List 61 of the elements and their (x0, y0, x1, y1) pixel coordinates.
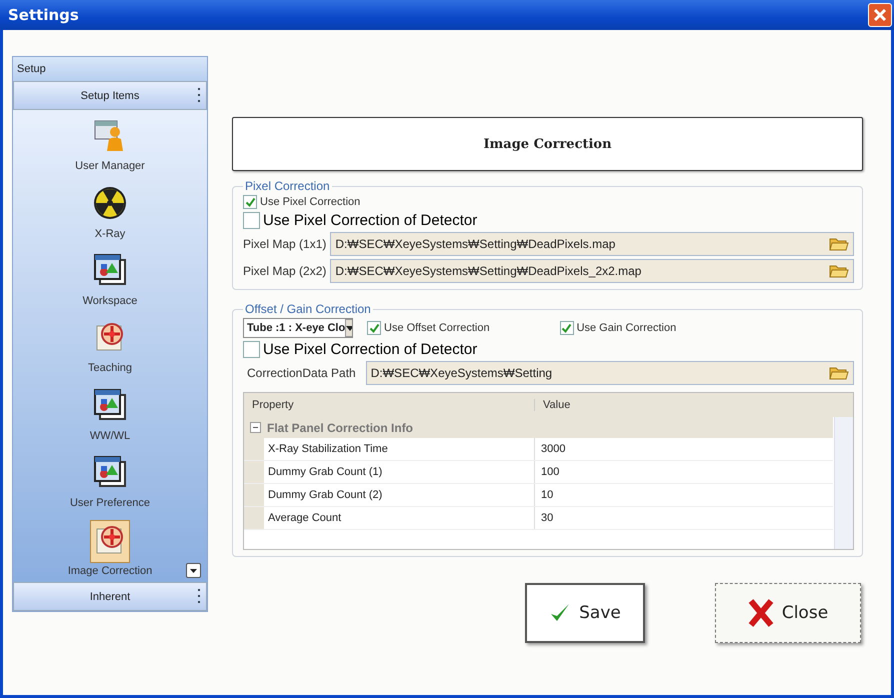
scroll-down-icon[interactable] (186, 563, 201, 578)
group-title: Pixel Correction (244, 179, 331, 193)
property-name: X-Ray Stabilization Time (267, 443, 389, 455)
group-header[interactable]: Inherent (13, 582, 207, 611)
sidebar-header: Setup (13, 57, 207, 81)
checkbox-label: Use Offset Correction (384, 322, 490, 334)
property-name: Average Count (267, 512, 342, 524)
checkbox-label: Use Gain Correction (576, 322, 676, 334)
scrollbar[interactable] (834, 417, 853, 549)
group-title: Offset / Gain Correction (244, 302, 372, 316)
sidebar-item[interactable]: WW/WL (86, 384, 134, 443)
window-icon (92, 388, 127, 422)
sidebar-item[interactable]: User Manager (72, 114, 148, 174)
checkbox[interactable] (243, 195, 257, 209)
group-header[interactable]: Setup Items (13, 81, 207, 110)
sidebar-item[interactable]: User Preference (66, 451, 154, 510)
checkbox[interactable] (560, 321, 574, 335)
row-header-cell (244, 438, 264, 460)
sidebar-item[interactable]: X-Ray (87, 182, 133, 241)
checkbox[interactable] (243, 341, 260, 358)
field-label: CorrectionData Path (247, 366, 356, 380)
property-name: Dummy Grab Count (2) (267, 489, 384, 501)
close-icon[interactable] (868, 3, 892, 27)
property-value[interactable]: 3000 (534, 438, 833, 460)
section-heading: Image Correction (232, 117, 863, 171)
window-icon (93, 455, 127, 490)
checkbox-label: Use Pixel Correction of Detector (263, 341, 478, 358)
folder-icon[interactable] (829, 236, 849, 252)
folder-icon[interactable] (829, 365, 849, 381)
close-button[interactable]: Close (715, 583, 861, 643)
path-field[interactable]: D:₩SEC₩XeyeSystems₩Setting₩DeadPixels_2x2.map (330, 259, 854, 283)
save-button[interactable]: Save (525, 583, 645, 643)
property-value[interactable]: 30 (534, 507, 833, 529)
column-header: Property (251, 399, 295, 411)
path-field[interactable]: D:₩SEC₩XeyeSystems₩Setting₩DeadPixels.map (330, 232, 854, 256)
checkbox-label: Use Pixel Correction of Detector (263, 212, 478, 229)
window-icon (92, 253, 127, 288)
caret-icon[interactable] (345, 319, 352, 337)
row-header-cell (244, 484, 264, 506)
path-field[interactable]: D:₩SEC₩XeyeSystems₩Setting (366, 361, 854, 385)
collapse-icon[interactable] (250, 422, 261, 433)
category-row[interactable]: Flat Panel Correction Info (244, 417, 833, 438)
checkbox[interactable] (367, 321, 381, 335)
folder-icon[interactable] (829, 263, 849, 279)
x-icon (748, 598, 774, 628)
radiation-icon (93, 186, 127, 220)
tube-dropdown[interactable]: Tube :1 : X-eye Clo (243, 318, 353, 338)
sidebar-item[interactable]: Image Correction (64, 518, 156, 578)
property-value[interactable]: 10 (534, 484, 833, 506)
row-header-cell (244, 507, 264, 529)
field-label: Pixel Map (1x1) (243, 237, 326, 251)
sidebar-item[interactable]: Workspace (80, 249, 140, 308)
sidebar-item[interactable]: Teaching (84, 316, 136, 376)
column-header: Value (534, 399, 853, 411)
property-value[interactable]: 100 (534, 461, 833, 483)
window-title: Settings (8, 6, 79, 24)
field-label: Pixel Map (2x2) (243, 264, 326, 278)
property-name: Dummy Grab Count (1) (267, 466, 384, 478)
checkbox-label: Use Pixel Correction (260, 196, 360, 208)
checkbox[interactable] (243, 212, 260, 229)
row-header-cell (244, 461, 264, 483)
